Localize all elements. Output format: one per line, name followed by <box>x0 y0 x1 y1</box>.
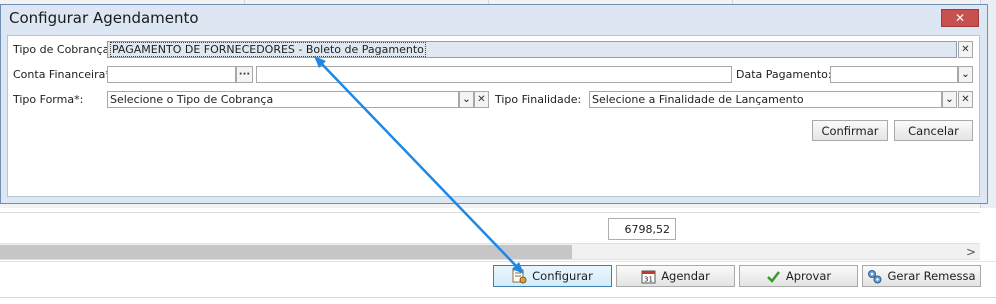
tipo-forma-chevron-down-icon[interactable]: ⌄ <box>459 91 474 108</box>
tipo-forma-select[interactable]: Selecione o Tipo de Cobrança <box>107 91 459 108</box>
tipo-forma-label: Tipo Forma*: <box>13 93 84 106</box>
calendar-badge: 31 <box>644 275 653 283</box>
browse-conta-button[interactable]: ··· <box>236 66 253 83</box>
configure-icon <box>512 269 527 284</box>
confirmar-button[interactable]: Confirmar <box>812 120 888 141</box>
tipo-finalidade-label: Tipo Finalidade: <box>495 93 582 106</box>
tipo-finalidade-chevron-down-icon[interactable]: ⌄ <box>942 91 957 108</box>
scroll-right-arrow-icon[interactable]: > <box>966 244 976 260</box>
toolbar-divider <box>0 297 996 298</box>
total-value: 6798,52 <box>608 218 676 240</box>
aprovar-label: Aprovar <box>785 269 832 283</box>
tipo-cobranca-label: Tipo de Cobrança: <box>13 43 114 56</box>
agendar-label: Agendar <box>661 269 710 283</box>
calendar-icon: 31 <box>641 269 656 284</box>
clear-tipo-cobranca-icon[interactable]: ✕ <box>958 41 973 58</box>
dialog-title: Configurar Agendamento <box>9 9 199 27</box>
data-pagamento-field[interactable] <box>830 66 958 83</box>
cancelar-button[interactable]: Cancelar <box>894 120 973 141</box>
clear-tipo-finalidade-icon[interactable]: ✕ <box>958 91 973 108</box>
conta-financeira-description-field[interactable] <box>256 66 732 83</box>
close-icon[interactable]: ✕ <box>941 9 979 27</box>
dialog-body: Tipo de Cobrança: PAGAMENTO DE FORNECEDO… <box>7 35 980 197</box>
data-pagamento-label: Data Pagamento: <box>736 68 832 81</box>
gerar-remessa-button[interactable]: Gerar Remessa <box>862 265 981 287</box>
configurar-agendamento-dialog: Configurar Agendamento ✕ Tipo de Cobranç… <box>0 4 988 204</box>
configurar-label: Configurar <box>532 269 593 283</box>
gerar-remessa-label: Gerar Remessa <box>887 269 976 283</box>
tipo-finalidade-select[interactable]: Selecione a Finalidade de Lançamento <box>589 91 942 108</box>
gears-icon <box>867 269 882 284</box>
conta-financeira-field[interactable] <box>107 66 236 83</box>
aprovar-button[interactable]: Aprovar <box>739 265 858 287</box>
agendar-button[interactable]: 31 Agendar <box>616 265 735 287</box>
clear-tipo-forma-icon[interactable]: ✕ <box>474 91 489 108</box>
toolbar-divider <box>0 261 996 262</box>
conta-financeira-label: Conta Financeira*: <box>13 68 115 81</box>
row-divider <box>0 212 980 213</box>
data-pagamento-chevron-down-icon[interactable]: ⌄ <box>958 66 973 83</box>
tipo-cobranca-field[interactable]: PAGAMENTO DE FORNECEDORES - Boleto de Pa… <box>107 41 957 58</box>
check-icon <box>766 269 781 284</box>
tipo-cobranca-value: PAGAMENTO DE FORNECEDORES - Boleto de Pa… <box>110 42 426 57</box>
configurar-button[interactable]: Configurar <box>493 265 612 287</box>
scrollbar-thumb[interactable] <box>0 245 572 259</box>
horizontal-scrollbar[interactable]: > <box>0 243 980 260</box>
